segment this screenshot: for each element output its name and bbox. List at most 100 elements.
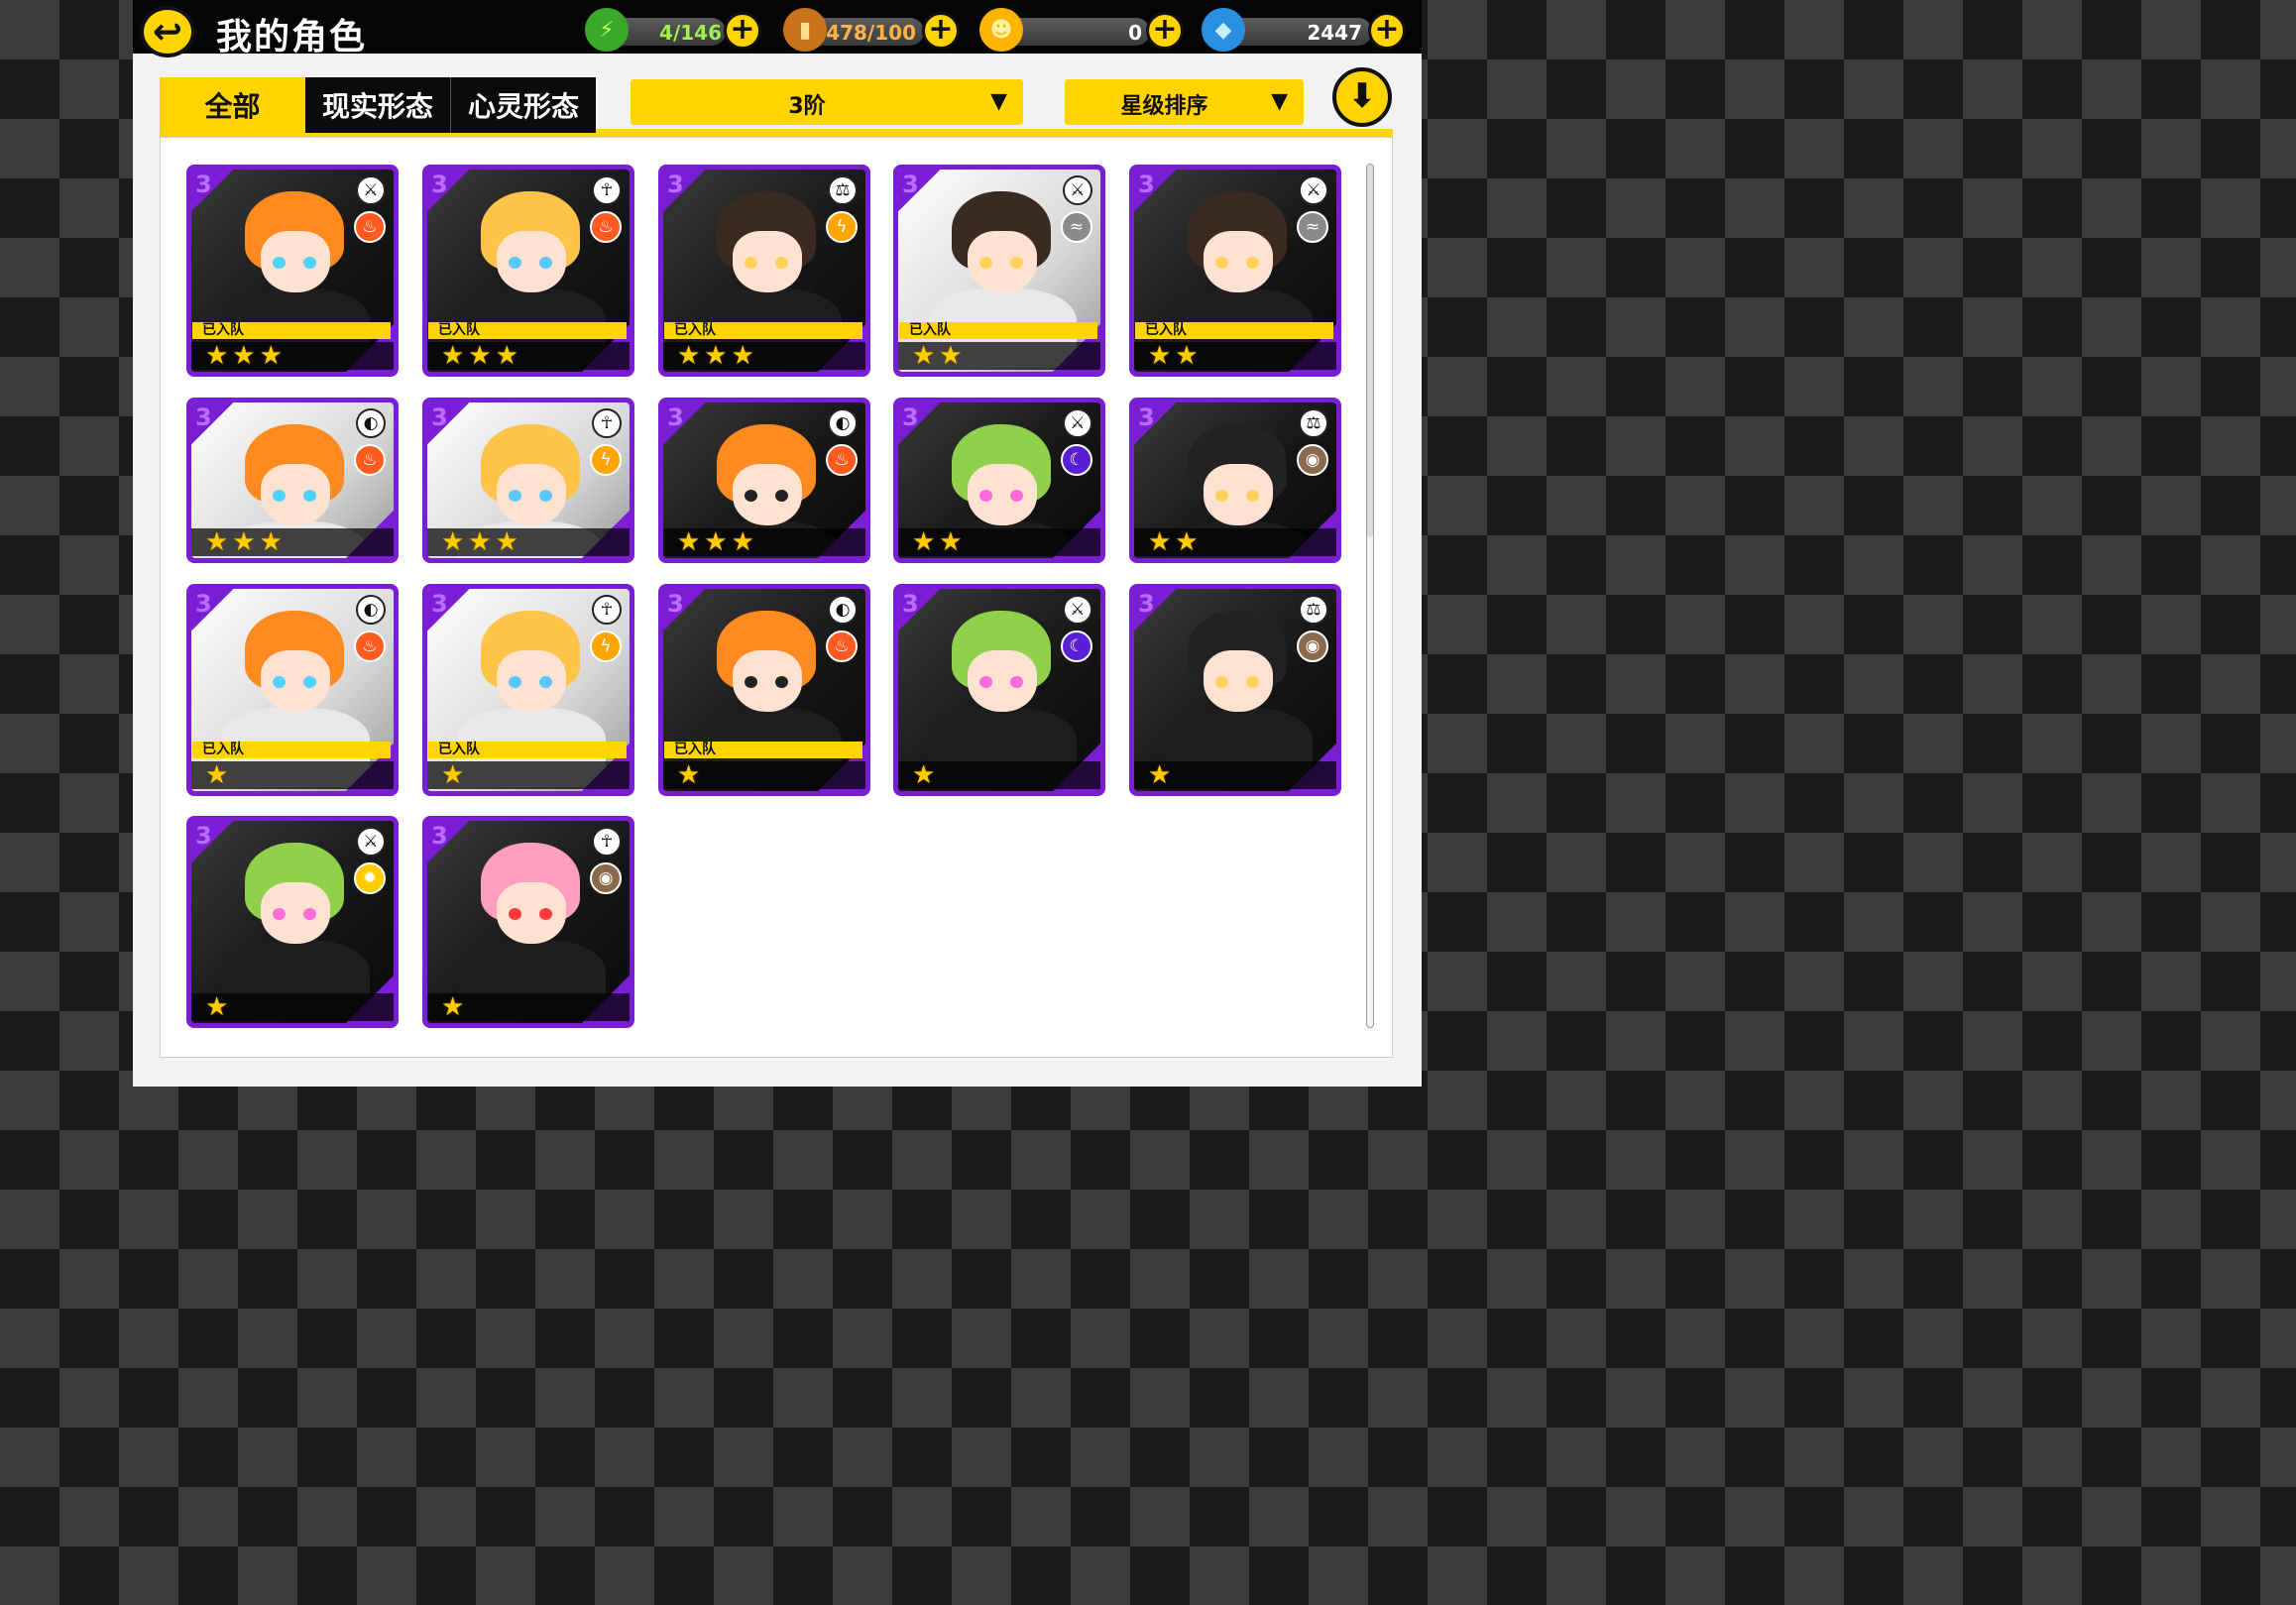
character-face bbox=[1204, 650, 1273, 712]
character-portrait: 3 ◐ ♨ ★★★ bbox=[191, 402, 394, 558]
add-stamina-button[interactable]: + bbox=[724, 12, 761, 50]
gem-icon: ◆ bbox=[1202, 8, 1245, 52]
character-eye bbox=[1010, 676, 1023, 688]
moon-icon: ☾ bbox=[1061, 444, 1092, 476]
chevron-down-icon: ▼ bbox=[1271, 89, 1288, 114]
character-portrait: 3 ⚔ ≈ 已入队 ★★ bbox=[1134, 170, 1336, 372]
add-coins-button[interactable]: + bbox=[1146, 12, 1184, 50]
fire-icon: ♨ bbox=[590, 211, 622, 243]
character-card[interactable]: 3 ☥ ♨ 已入队 ★★★ bbox=[422, 165, 634, 377]
rank-label: 3 bbox=[431, 822, 448, 850]
character-card[interactable]: 3 ⚖ ◉ ★★ bbox=[1129, 398, 1341, 563]
character-face bbox=[733, 231, 802, 292]
character-card[interactable]: 3 ◐ ♨ ★★★ bbox=[658, 398, 870, 563]
lightning-icon: ϟ bbox=[826, 211, 858, 243]
character-eye bbox=[745, 257, 757, 269]
character-eye bbox=[273, 490, 286, 502]
rank-label: 3 bbox=[902, 171, 919, 198]
character-card[interactable]: 3 ⚖ ϟ 已入队 ★★★ bbox=[658, 165, 870, 377]
rank-label: 3 bbox=[431, 590, 448, 618]
earth-icon: ◉ bbox=[590, 862, 622, 894]
character-eye bbox=[303, 676, 316, 688]
fire-icon: ♨ bbox=[826, 444, 858, 476]
scrollbar-thumb[interactable] bbox=[1367, 165, 1373, 537]
character-card[interactable]: 3 ⚔ ☾ ★ bbox=[893, 584, 1105, 796]
rank-label: 3 bbox=[195, 590, 212, 618]
star-rating: ★★ bbox=[1148, 527, 1203, 557]
character-eye bbox=[745, 676, 757, 688]
sword-icon: ⚔ bbox=[356, 175, 386, 205]
add-gems-button[interactable]: + bbox=[1368, 12, 1406, 50]
rank-label: 3 bbox=[195, 171, 212, 198]
star-rating: ★★★ bbox=[205, 341, 287, 371]
scales-icon: ⚖ bbox=[1299, 408, 1328, 438]
battery-icon: ▮ bbox=[783, 8, 827, 52]
character-eye bbox=[509, 490, 521, 502]
shield-icon: ◐ bbox=[356, 408, 386, 438]
character-portrait: 3 ☥ ϟ ★★★ bbox=[427, 402, 630, 558]
shield-icon: ◐ bbox=[828, 595, 858, 625]
character-eye bbox=[273, 257, 286, 269]
sword-icon: ⚔ bbox=[356, 827, 386, 857]
wind-icon: ≈ bbox=[1061, 211, 1092, 243]
character-card[interactable]: 3 ☥ ◉ ★ bbox=[422, 816, 634, 1028]
resource-gems: ◆ 2447 + bbox=[1202, 8, 1412, 54]
rank-label: 3 bbox=[667, 403, 684, 431]
character-card[interactable]: 3 ⚔ ♨ 已入队 ★★★ bbox=[186, 165, 399, 377]
ankh-icon: ☥ bbox=[592, 595, 622, 625]
star-rating: ★★★ bbox=[441, 527, 522, 557]
star-rating: ★ bbox=[205, 992, 233, 1022]
rank-label: 3 bbox=[902, 403, 919, 431]
character-card[interactable]: 3 ⚔ ≈ 已入队 ★★ bbox=[893, 165, 1105, 377]
star-rating: ★★ bbox=[912, 341, 967, 371]
character-card[interactable]: 3 ⚖ ◉ ★ bbox=[1129, 584, 1341, 796]
sort-dropdown[interactable]: 星级排序 ▼ bbox=[1065, 79, 1304, 125]
character-eye bbox=[1215, 676, 1228, 688]
character-card[interactable]: 3 ◐ ♨ 已入队 ★ bbox=[658, 584, 870, 796]
resource-energy: ▮ 478/100 + bbox=[783, 8, 967, 54]
star-rating: ★★★ bbox=[677, 527, 758, 557]
sword-icon: ⚔ bbox=[1063, 175, 1092, 205]
character-card[interactable]: 3 ⚔ ✹ ★ bbox=[186, 816, 399, 1028]
character-portrait: 3 ⚔ ≈ 已入队 ★★ bbox=[898, 170, 1100, 372]
character-face bbox=[1204, 231, 1273, 292]
character-card[interactable]: 3 ⚔ ≈ 已入队 ★★ bbox=[1129, 165, 1341, 377]
add-energy-button[interactable]: + bbox=[922, 12, 960, 50]
tier-filter-dropdown[interactable]: 3阶 ▼ bbox=[631, 79, 1023, 125]
character-eye bbox=[1010, 257, 1023, 269]
star-rating: ★ bbox=[441, 760, 469, 790]
star-rating: ★ bbox=[441, 992, 469, 1022]
character-card[interactable]: 3 ◐ ♨ ★★★ bbox=[186, 398, 399, 563]
tab-spirit-form[interactable]: 心灵形态 bbox=[450, 77, 596, 133]
wind-icon: ≈ bbox=[1297, 211, 1328, 243]
tab-reality-form[interactable]: 现实形态 bbox=[305, 77, 450, 133]
ankh-icon: ☥ bbox=[592, 827, 622, 857]
star-rating: ★ bbox=[1148, 760, 1176, 790]
character-card[interactable]: 3 ⚔ ☾ ★★ bbox=[893, 398, 1105, 563]
character-portrait: 3 ☥ ϟ 已入队 ★ bbox=[427, 589, 630, 791]
character-eye bbox=[775, 490, 788, 502]
character-card[interactable]: 3 ☥ ϟ 已入队 ★ bbox=[422, 584, 634, 796]
star-rating: ★ bbox=[912, 760, 940, 790]
shield-icon: ◐ bbox=[828, 408, 858, 438]
character-card[interactable]: 3 ☥ ϟ ★★★ bbox=[422, 398, 634, 563]
rank-label: 3 bbox=[667, 590, 684, 618]
character-eye bbox=[979, 676, 992, 688]
character-portrait: 3 ⚖ ◉ ★ bbox=[1134, 589, 1336, 791]
sword-icon: ⚔ bbox=[1299, 175, 1328, 205]
character-face bbox=[968, 464, 1037, 525]
tab-all[interactable]: 全部 bbox=[160, 77, 305, 133]
character-face bbox=[261, 882, 330, 944]
in-team-label: 已入队 bbox=[1135, 322, 1333, 339]
character-eye bbox=[1215, 490, 1228, 502]
character-face bbox=[261, 650, 330, 712]
character-eye bbox=[509, 908, 521, 920]
character-portrait: 3 ◐ ♨ ★★★ bbox=[663, 402, 865, 558]
character-portrait: 3 ☥ ◉ ★ bbox=[427, 821, 630, 1023]
rank-label: 3 bbox=[431, 403, 448, 431]
back-button[interactable]: ↩ bbox=[140, 6, 195, 57]
character-card[interactable]: 3 ◐ ♨ 已入队 ★ bbox=[186, 584, 399, 796]
fire-icon: ♨ bbox=[354, 631, 386, 662]
sort-order-button[interactable]: ⬇ bbox=[1332, 67, 1392, 127]
character-face bbox=[733, 464, 802, 525]
